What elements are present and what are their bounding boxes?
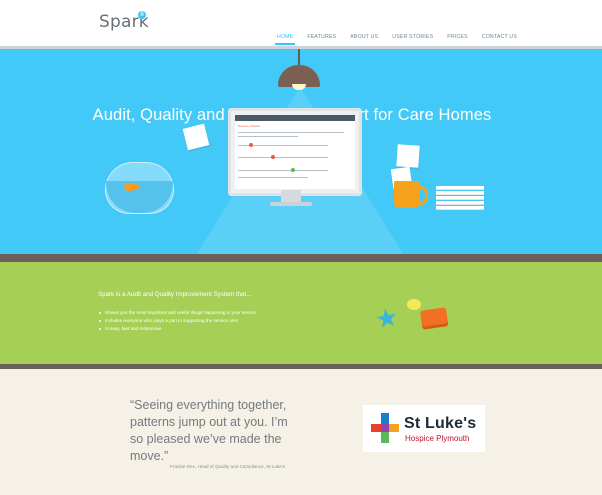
paper-stack-illustration xyxy=(436,186,486,210)
page: Spark 8 HOME FEATURES ABOUT US USER STOR… xyxy=(0,0,602,495)
screen-toolbar xyxy=(235,115,355,121)
partner-name: St Luke's xyxy=(404,415,477,432)
features-section xyxy=(0,262,602,366)
nav-contact-us[interactable]: CONTACT US xyxy=(475,34,524,40)
features-heading: Spark is a Audit and Quality Improvement… xyxy=(98,291,252,298)
hero-top-strip xyxy=(0,46,602,49)
st-lukes-logo[interactable]: St Luke's Hospice Plymouth xyxy=(363,405,485,452)
fishbowl-illustration xyxy=(105,162,174,214)
list-item: Is easy, fast and responsive xyxy=(98,325,256,333)
slider-dot xyxy=(271,155,275,159)
testimonial-author: Frankie Dee, Head of Quality and Complia… xyxy=(170,464,286,469)
main-nav: HOME FEATURES ABOUT US USER STORIES PRIC… xyxy=(270,34,524,45)
hospice-cross-icon xyxy=(371,413,399,443)
star-icon: ★ xyxy=(372,301,401,335)
list-item: Shows you the most important and useful … xyxy=(98,309,256,317)
testimonial-quote: “Seeing everything together, patterns ju… xyxy=(130,398,288,463)
screen-row xyxy=(238,132,344,133)
site-header: Spark 8 HOME FEATURES ABOUT US USER STOR… xyxy=(0,0,602,46)
list-item: Includes everyone who plays a part in su… xyxy=(98,317,256,325)
logo-badge: 8 xyxy=(138,11,146,19)
goldfish-icon xyxy=(124,183,141,191)
nav-user-stories[interactable]: USER STORIES xyxy=(385,34,440,40)
features-list: Shows you the most important and useful … xyxy=(98,309,256,333)
screen-title: Sensory Checks xyxy=(238,124,260,128)
nav-features[interactable]: FEATURES xyxy=(300,34,343,40)
nav-prices[interactable]: PRICES xyxy=(440,34,475,40)
screen-row xyxy=(238,136,298,137)
monitor-illustration: Sensory Checks xyxy=(228,108,362,196)
desk-edge xyxy=(0,254,602,262)
nav-home[interactable]: HOME xyxy=(270,34,300,45)
monitor-screen: Sensory Checks xyxy=(235,115,355,189)
testimonial-section xyxy=(0,369,602,495)
slider-dot xyxy=(249,143,253,147)
monitor-base xyxy=(270,202,312,206)
screen-row xyxy=(238,157,328,158)
partner-subtitle: Hospice Plymouth xyxy=(405,434,470,443)
screen-row xyxy=(238,177,308,178)
nav-about-us[interactable]: ABOUT US xyxy=(343,34,385,40)
screen-row xyxy=(238,170,328,171)
ball-illustration xyxy=(407,299,421,310)
sticky-note-illustration xyxy=(396,144,420,168)
slider-dot xyxy=(291,168,295,172)
